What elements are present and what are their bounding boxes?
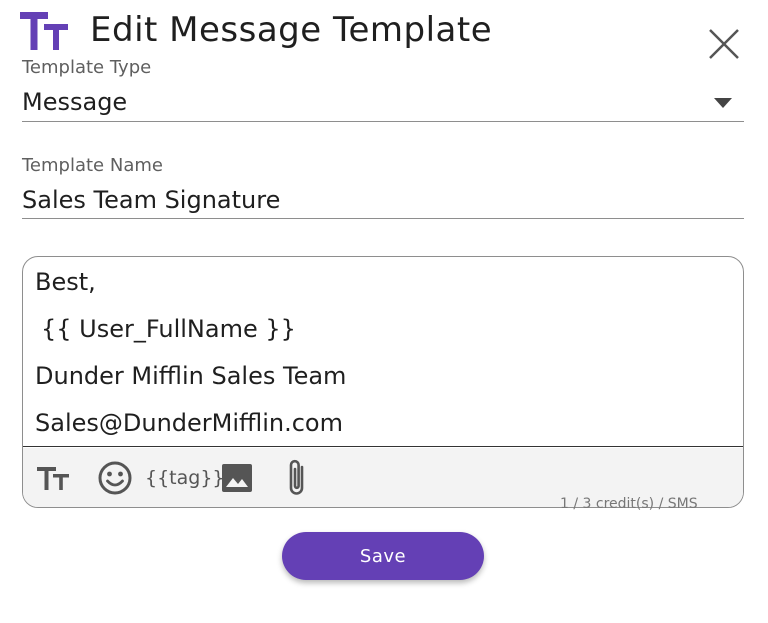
template-type-select[interactable]: Message bbox=[22, 87, 702, 117]
text-format-icon bbox=[37, 467, 69, 490]
image-button[interactable] bbox=[221, 448, 253, 507]
image-icon bbox=[222, 464, 252, 492]
chevron-down-icon[interactable] bbox=[714, 98, 732, 108]
template-type-underline bbox=[22, 121, 744, 122]
text-format-button[interactable] bbox=[37, 448, 71, 507]
message-textarea[interactable]: Best, {{ User_FullName }} Dunder Mifflin… bbox=[23, 257, 743, 447]
tag-button[interactable]: {{tag}} bbox=[145, 448, 225, 507]
close-icon[interactable] bbox=[704, 24, 744, 64]
save-button[interactable]: Save bbox=[282, 532, 484, 580]
template-name-underline bbox=[22, 218, 744, 219]
template-name-label: Template Name bbox=[22, 155, 163, 176]
edit-template-dialog: Edit Message Template Template Type Mess… bbox=[0, 0, 768, 623]
text-format-icon bbox=[20, 12, 68, 50]
template-type-label: Template Type bbox=[22, 57, 152, 78]
credits-counter: 1 / 3 credit(s) / SMS bbox=[560, 496, 698, 512]
message-line: {{ User_FullName }} bbox=[41, 315, 296, 343]
emoji-icon bbox=[98, 461, 132, 495]
message-line: Dunder Mifflin Sales Team bbox=[35, 362, 347, 390]
message-line: Best, bbox=[35, 268, 96, 296]
message-editor: Best, {{ User_FullName }} Dunder Mifflin… bbox=[22, 256, 744, 508]
attachment-icon bbox=[289, 459, 304, 495]
tag-icon: {{tag}} bbox=[145, 467, 225, 489]
emoji-button[interactable] bbox=[97, 448, 133, 507]
attachment-button[interactable] bbox=[285, 448, 309, 507]
message-line: Sales@DunderMifflin.com bbox=[35, 409, 343, 437]
dialog-title: Edit Message Template bbox=[90, 10, 493, 50]
template-name-input[interactable]: Sales Team Signature bbox=[22, 185, 742, 215]
